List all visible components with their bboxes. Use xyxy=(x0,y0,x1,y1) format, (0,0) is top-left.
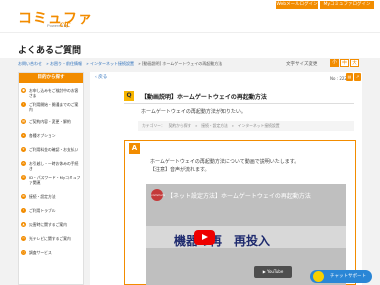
answer-badge: A xyxy=(129,143,140,154)
breadcrumb-current: » [動画説明] ホームゲートウェイの再起動方法 xyxy=(138,61,223,66)
sidebar-item-label: お申し込みをご検討中のお客さま xyxy=(29,88,79,98)
ctc-logo: ctc xyxy=(60,19,71,29)
sidebar-item-label: 災害時に関するご案内 xyxy=(29,222,67,227)
video-thumbnail-banner: 機器の再 再投入 xyxy=(146,226,346,248)
site-header: コミュファ Powered by ctc Webメールログイン Myコミュファロ… xyxy=(0,0,380,33)
sidebar-item[interactable]: ▤ ご契約内容・変更・解約 xyxy=(19,119,83,130)
sidebar-item[interactable]: ○ 調査サービス xyxy=(19,250,83,261)
warning-icon: ! xyxy=(21,208,26,213)
sidebar-item-label: ご利用トラブル xyxy=(29,208,56,213)
disaster-icon: ▲ xyxy=(21,222,26,227)
sidebar-item-label: 調査サービス xyxy=(29,250,52,255)
question-body: ホームゲートウェイの再起動方法が知りたい。 xyxy=(141,109,246,115)
breadcrumb-item[interactable]: » お困り・前住情報 xyxy=(46,61,82,66)
settings-icon: ⚙ xyxy=(21,194,26,199)
sidebar-item[interactable]: + 各種オプション xyxy=(19,133,83,144)
answer-text: ホームゲートウェイの再起動方法について動画で説明いたします。 xyxy=(150,159,300,165)
person-icon: ● xyxy=(21,88,26,93)
sidebar-item-label: 光テレビに関するご案内 xyxy=(29,236,71,241)
question-title: 【動画説明】ホームゲートウェイの再起動方法 xyxy=(141,94,267,101)
sidebar-item[interactable]: ¥ ご利用料金の確認・お支払い xyxy=(19,147,83,158)
watch-on-youtube-button[interactable]: ▶ YouTube xyxy=(254,266,292,278)
info-icon: i xyxy=(21,102,26,107)
sidebar-header: 目的から探す xyxy=(19,73,83,83)
question-badge: Q xyxy=(124,91,134,101)
breadcrumb: お問い合わせ » お困り・前住情報 » インターネット接続設置 » [動画説明]… xyxy=(18,61,225,67)
sidebar-item-label: 接続・設定方法 xyxy=(29,194,56,199)
play-button-icon[interactable] xyxy=(194,230,215,245)
sidebar-item[interactable]: ▲ 災害時に関するご案内 xyxy=(19,222,83,233)
yen-icon: ¥ xyxy=(21,147,26,152)
share-icon[interactable]: ↗ xyxy=(354,73,361,81)
mycommufa-login-button[interactable]: Myコミュファログイン xyxy=(320,1,374,9)
chat-support-button[interactable]: チャットサポート xyxy=(310,270,372,283)
home-icon: ⌂ xyxy=(21,161,26,166)
sidebar-item[interactable]: ⌂ お引越し・一時お休みの手続き xyxy=(19,161,83,172)
thumbnail-text: 機器の再 再投入 xyxy=(174,234,271,248)
category-path[interactable]: カテゴリー： 契約から探す » 接続・設定方法 » インターネット接続設置 xyxy=(138,121,354,131)
font-size-label: 文字サイズ変更 xyxy=(286,62,318,67)
sidebar-item[interactable]: ! ご利用トラブル xyxy=(19,208,83,219)
option-icon: + xyxy=(21,133,26,138)
back-link[interactable]: ‹ 戻る xyxy=(95,74,107,80)
page-title: よくあるご質問 xyxy=(18,46,82,56)
document-icon: ▤ xyxy=(21,119,26,124)
sidebar-item[interactable]: ⚿ ID・パスワード・Myコミュファ関連 xyxy=(19,175,83,191)
font-size-large-button[interactable]: 大 xyxy=(350,59,359,67)
search-icon: ○ xyxy=(21,250,26,255)
sidebar-item-label: ご利用開始・開通までのご案内 xyxy=(29,102,79,112)
breadcrumb-item[interactable]: » インターネット接続設置 xyxy=(86,61,134,66)
breadcrumb-item[interactable]: お問い合わせ xyxy=(18,61,42,66)
sidebar-item-label: ID・パスワード・Myコミュファ関連 xyxy=(29,175,81,185)
sidebar: 目的から探す ● お申し込みをご検討中のお客さま i ご利用開始・開通までのご案… xyxy=(18,72,84,285)
channel-avatar[interactable]: commufa xyxy=(151,189,165,201)
webmail-login-button[interactable]: Webメールログイン xyxy=(276,1,318,9)
chat-mascot-icon xyxy=(313,271,324,282)
sidebar-item[interactable]: i ご利用開始・開通までのご案内 xyxy=(19,102,83,113)
key-icon: ⚿ xyxy=(21,175,26,180)
back-label: 戻る xyxy=(98,75,108,80)
tv-icon: ▭ xyxy=(21,236,26,241)
sidebar-item-label: 各種オプション xyxy=(29,133,56,138)
divider xyxy=(124,103,354,104)
sidebar-item-label: ご利用料金の確認・お支払い xyxy=(29,147,79,152)
sidebar-item-label: お引越し・一時お休みの手続き xyxy=(29,161,79,171)
sidebar-item[interactable]: ● お申し込みをご検討中のお客さま xyxy=(19,88,83,99)
sidebar-item[interactable]: ▭ 光テレビに関するご案内 xyxy=(19,236,83,247)
chat-support-label: チャットサポート xyxy=(330,274,366,279)
font-size-medium-button[interactable]: 中 xyxy=(340,59,349,67)
font-size-small-button[interactable]: 小 xyxy=(330,59,339,67)
sidebar-item[interactable]: ⚙ 接続・設定方法 xyxy=(19,194,83,205)
video-title[interactable]: 【ネット設定方法】ホームゲートウェイの再起動方法 xyxy=(167,191,311,200)
sidebar-item-label: ご契約内容・変更・解約 xyxy=(29,119,71,124)
print-icon[interactable]: ▤ xyxy=(346,73,353,81)
answer-note: 【注意】音声が流れます。 xyxy=(150,167,210,173)
